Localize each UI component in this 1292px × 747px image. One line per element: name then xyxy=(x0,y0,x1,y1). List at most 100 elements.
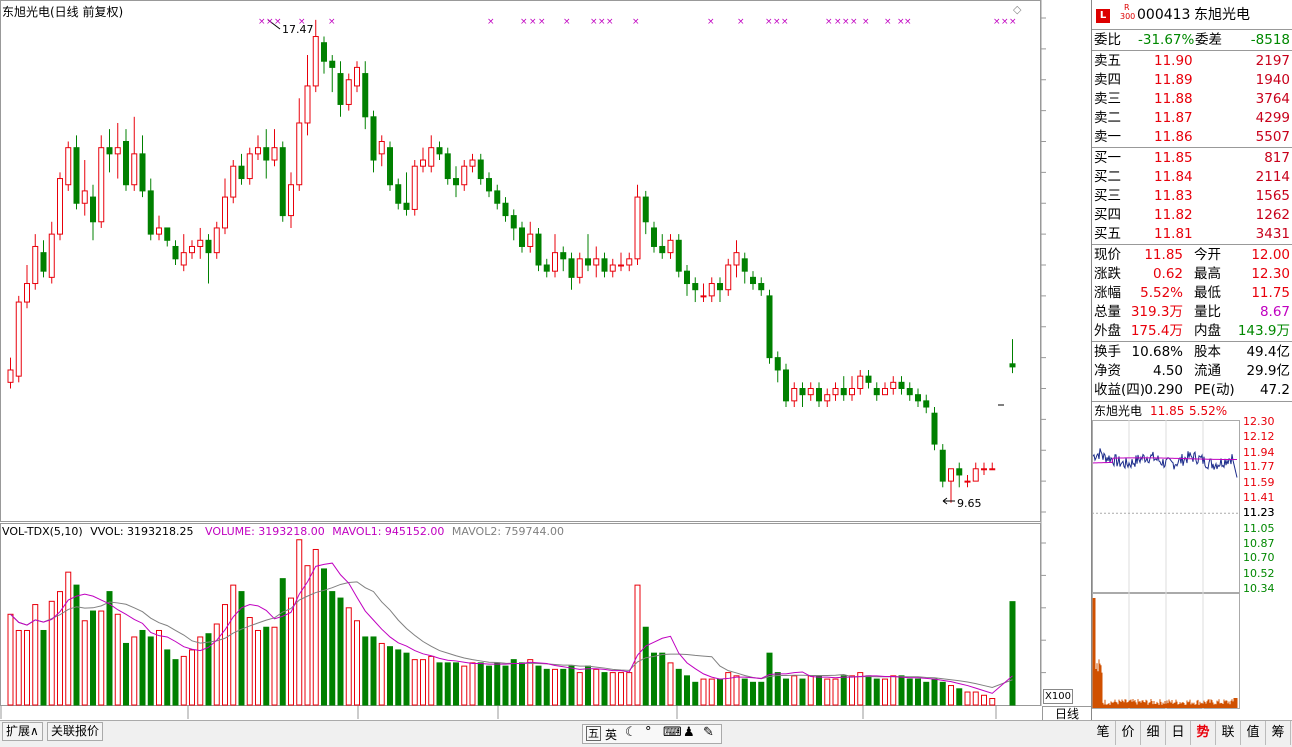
candle-body xyxy=(700,295,707,298)
candle-body xyxy=(428,147,435,167)
sell-row: 卖五 11.90 2197 xyxy=(1092,52,1292,71)
candle-body xyxy=(164,227,171,241)
volume-bar xyxy=(708,678,715,706)
candle-body xyxy=(915,394,921,402)
ime-english-icon[interactable]: 英 xyxy=(605,726,617,743)
candle-body xyxy=(560,252,567,260)
candle-body xyxy=(370,116,377,161)
user-icon[interactable]: ♟ xyxy=(683,725,695,740)
webi-label: 委比 xyxy=(1094,32,1121,48)
tab-related-quotes[interactable]: 关联报价 xyxy=(47,722,104,741)
candle-body xyxy=(576,258,583,278)
candle-body xyxy=(123,141,129,186)
volume-bar xyxy=(675,668,682,706)
candle xyxy=(634,184,641,265)
sell-row: 卖二 11.87 4299 xyxy=(1092,109,1292,128)
volume-bar xyxy=(576,672,583,706)
candle-body xyxy=(634,196,641,260)
volume-bar xyxy=(840,675,847,706)
fund-value: 29.9亿 xyxy=(1246,363,1290,379)
tab-7[interactable]: 筹 xyxy=(1266,721,1291,745)
degree-icon[interactable]: ° xyxy=(645,725,652,740)
volume-bar xyxy=(378,642,385,706)
tab-2[interactable]: 细 xyxy=(1141,721,1166,745)
tab-6[interactable]: 值 xyxy=(1241,721,1266,745)
event-marker: × xyxy=(707,17,715,27)
stat-value: 319.3万 xyxy=(1130,304,1183,320)
mavol1-value: MAVOL1: 945152.00 xyxy=(332,525,445,538)
tab-1[interactable]: 价 xyxy=(1116,721,1141,745)
candle xyxy=(939,444,946,488)
tab-5[interactable]: 联 xyxy=(1216,721,1241,745)
candle-body xyxy=(667,239,674,254)
stat-row: 外盘 175.4万 内盘 143.9万 xyxy=(1092,322,1292,341)
event-marker: × xyxy=(765,17,773,27)
volume-bar xyxy=(370,636,377,706)
candle-body xyxy=(832,388,839,396)
buy-row: 买五 11.81 3431 xyxy=(1092,225,1292,244)
candle-body xyxy=(684,270,690,285)
weicha-value: -8518 xyxy=(1250,32,1290,48)
sell-price: 11.90 xyxy=(1154,53,1193,69)
volume-bar xyxy=(766,652,773,706)
tab-0[interactable]: 笔 xyxy=(1091,721,1116,745)
candle-body xyxy=(156,227,162,235)
ime-toolbar[interactable]: 五 英 ☾ ° ⌨ ♟ ✎ xyxy=(582,724,722,744)
volume-bar xyxy=(956,688,963,706)
volume-bar xyxy=(7,613,14,706)
candle-body xyxy=(65,147,72,186)
event-marker: × xyxy=(781,17,789,27)
mini-price-tick: 11.59 xyxy=(1243,475,1275,489)
candle-body xyxy=(618,264,624,267)
candle-body xyxy=(147,190,154,235)
volume-bar xyxy=(774,672,781,706)
candle-body xyxy=(692,283,699,291)
sell-row: 卖一 11.86 5507 xyxy=(1092,128,1292,147)
ime-wubi-icon[interactable]: 五 xyxy=(586,726,601,741)
bottom-toolbar: 扩展∧ 关联报价 五 英 ☾ ° ⌨ ♟ ✎ 笔价细日势联值筹 xyxy=(0,720,1292,747)
event-marker: × xyxy=(1001,17,1009,27)
candle xyxy=(675,234,682,278)
keyboard-icon[interactable]: ⌨ xyxy=(663,725,682,740)
volume-bar xyxy=(799,678,806,706)
mini-prev-close-tick: 11.23 xyxy=(1243,506,1275,520)
stock-header: L R 300 000413 东旭光电 xyxy=(1092,3,1292,28)
candle-body xyxy=(444,153,451,180)
sell-price: 11.87 xyxy=(1154,110,1193,126)
volume-bar xyxy=(114,613,121,706)
candle-body xyxy=(535,233,542,266)
tab-4[interactable]: 势 xyxy=(1191,721,1216,745)
candle-body xyxy=(486,178,492,192)
volume-bar xyxy=(263,626,270,706)
volume-bar xyxy=(81,620,88,706)
tab-3[interactable]: 日 xyxy=(1166,721,1191,745)
buy-label: 买三 xyxy=(1094,188,1121,204)
stat-label: 涨跌 xyxy=(1094,266,1121,282)
stat-row: 涨幅 5.52% 最低 11.75 xyxy=(1092,284,1292,303)
candle-body xyxy=(255,147,261,155)
buy-volume: 817 xyxy=(1264,150,1290,166)
candle-body xyxy=(172,245,179,260)
volume-bar xyxy=(873,678,880,706)
buy-volume: 3431 xyxy=(1255,226,1290,242)
stat-value: 0.62 xyxy=(1152,266,1183,282)
kline-window: × × × × × × × × × × × × × × × × × × × × × × × × × × × × × × 东旭光电(日线 前… xyxy=(0,0,1292,747)
candle-body xyxy=(362,73,369,118)
candlestick-chart[interactable]: × × × × × × × × × × × × × × × × × × × × × × × × × × × × × × xyxy=(0,0,1091,720)
diamond-icon[interactable]: ◇ xyxy=(1013,3,1021,16)
volume-bar xyxy=(651,652,657,706)
volume-bar xyxy=(857,672,864,706)
volume-bar xyxy=(543,668,550,706)
volume-bar xyxy=(659,652,666,706)
wrench-icon[interactable]: ✎ xyxy=(703,725,714,740)
webi-value: -31.67% xyxy=(1138,32,1195,48)
tab-extend[interactable]: 扩展∧ xyxy=(2,722,43,741)
volume-bar xyxy=(73,584,80,706)
volume-bar xyxy=(642,626,649,706)
moon-icon[interactable]: ☾ xyxy=(625,725,637,740)
volume-bar xyxy=(428,655,435,706)
candle-body xyxy=(626,258,633,266)
stat-label: 现价 xyxy=(1094,247,1121,263)
candle-body xyxy=(956,468,963,476)
low-price-label: 9.65 xyxy=(957,497,982,510)
